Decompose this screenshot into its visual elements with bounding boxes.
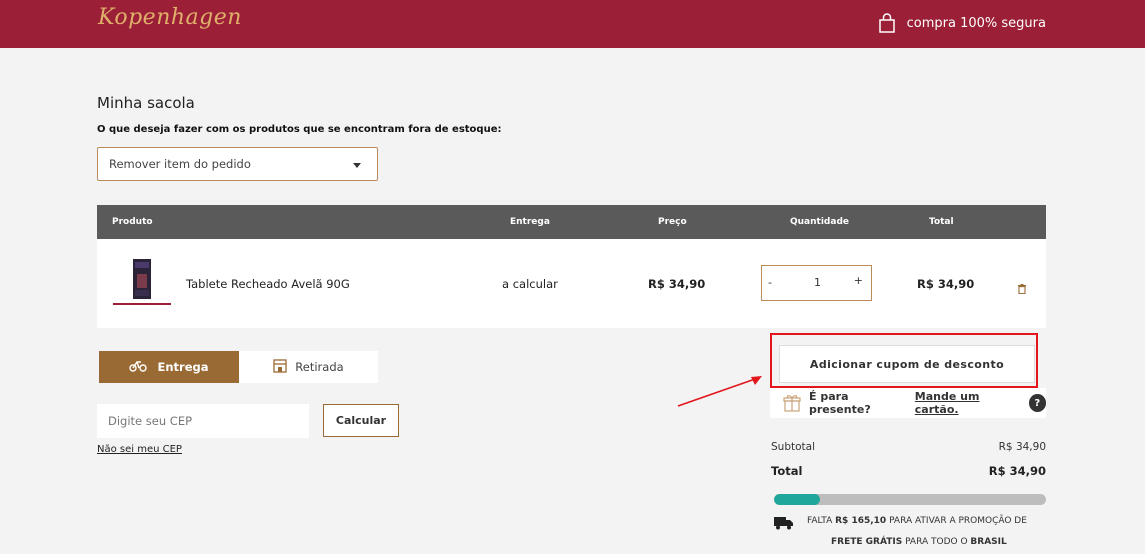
tab-pickup-label: Retirada <box>295 360 344 374</box>
quantity-decrease-button[interactable]: - <box>768 276 772 289</box>
product-thumbnail[interactable] <box>111 258 171 308</box>
tab-delivery-label: Entrega <box>157 360 209 374</box>
quantity-stepper: - 1 + <box>761 265 872 301</box>
tab-delivery[interactable]: Entrega <box>99 351 239 383</box>
gift-question: É para presente? <box>809 390 871 416</box>
truck-icon <box>774 515 794 530</box>
out-of-stock-selected-value: Remover item do pedido <box>109 157 251 171</box>
store-icon <box>273 358 287 376</box>
promo-brasil: BRASIL <box>970 537 1007 547</box>
site-header: Kopenhagen compra 100% segura <box>0 0 1145 48</box>
subtotal-value: R$ 34,90 <box>998 441 1046 453</box>
shopping-bag-icon <box>878 13 895 33</box>
column-header-price: Preço <box>658 217 687 227</box>
send-card-link[interactable]: Mande um cartão. <box>915 390 1024 416</box>
product-price: R$ 34,90 <box>648 277 706 291</box>
secure-purchase-badge: compra 100% segura <box>878 13 1046 33</box>
gift-option-row: É para presente? Mande um cartão. ? <box>770 388 1046 418</box>
annotation-arrow-icon <box>677 376 762 407</box>
gift-icon <box>783 394 801 412</box>
column-header-delivery: Entrega <box>510 217 550 227</box>
free-shipping-progress-bar <box>774 494 1046 505</box>
delivery-icon <box>129 360 148 375</box>
unknown-cep-link[interactable]: Não sei meu CEP <box>97 444 182 455</box>
promo-prefix: FALTA <box>807 516 833 526</box>
total-label: Total <box>771 464 803 478</box>
add-coupon-button[interactable]: Adicionar cupom de desconto <box>779 345 1035 383</box>
subtotal-label: Subtotal <box>771 441 815 453</box>
cep-input[interactable] <box>97 404 309 438</box>
promo-for: PARA TODO O <box>905 537 968 547</box>
cart-table-header: Produto Entrega Preço Quantidade Total <box>97 205 1046 239</box>
free-shipping-message-line2: FRETE GRÁTIS PARA TODO O BRASIL <box>831 537 1007 547</box>
tab-pickup[interactable]: Retirada <box>239 351 378 383</box>
quantity-increase-button[interactable]: + <box>854 274 863 287</box>
table-row: Tablete Recheado Avelã 90G a calcular R$… <box>97 239 1046 328</box>
product-name[interactable]: Tablete Recheado Avelã 90G <box>186 277 350 291</box>
out-of-stock-question: O que deseja fazer com os produtos que s… <box>97 124 502 135</box>
promo-free-shipping: FRETE GRÁTIS <box>831 537 903 547</box>
out-of-stock-select[interactable]: Remover item do pedido <box>97 147 378 181</box>
product-total: R$ 34,90 <box>917 277 975 291</box>
total-value: R$ 34,90 <box>988 464 1046 478</box>
help-icon[interactable]: ? <box>1028 394 1046 412</box>
promo-amount: R$ 165,10 <box>835 516 887 526</box>
product-delivery: a calcular <box>502 277 558 291</box>
column-header-quantity: Quantidade <box>790 217 849 227</box>
secure-purchase-label: compra 100% segura <box>906 15 1046 31</box>
free-shipping-progress-fill <box>774 494 821 505</box>
brand-logo[interactable]: Kopenhagen <box>98 5 242 30</box>
column-header-total: Total <box>929 217 954 227</box>
chevron-down-icon <box>353 163 361 168</box>
calculate-shipping-button[interactable]: Calcular <box>323 404 399 437</box>
quantity-value[interactable]: 1 <box>814 276 821 289</box>
trash-icon[interactable] <box>1018 279 1026 295</box>
page-title: Minha sacola <box>97 94 195 112</box>
free-shipping-message-line1: FALTA R$ 165,10 PARA ATIVAR A PROMOÇÃO D… <box>807 516 1027 526</box>
promo-mid: PARA ATIVAR A PROMOÇÃO DE <box>889 516 1027 526</box>
column-header-product: Produto <box>112 217 153 227</box>
